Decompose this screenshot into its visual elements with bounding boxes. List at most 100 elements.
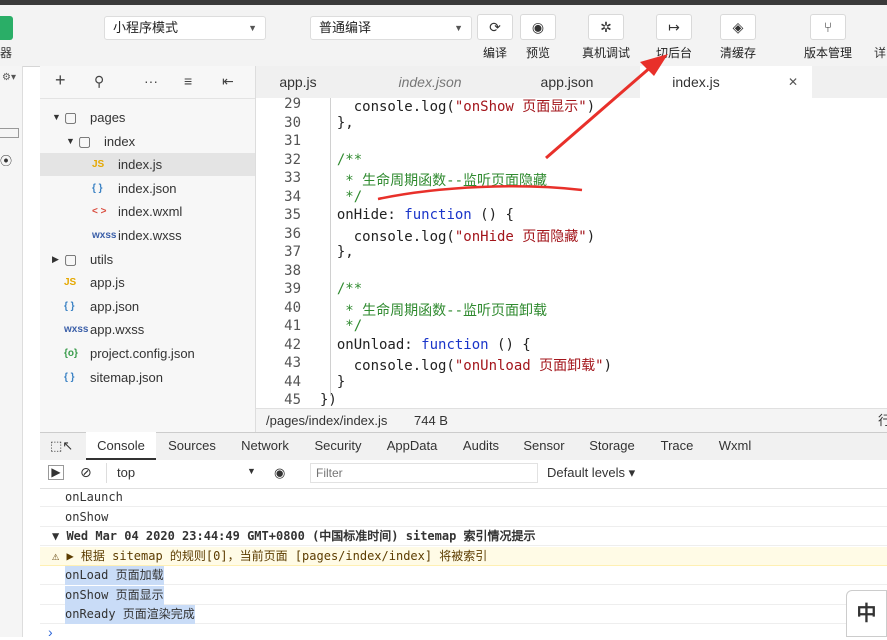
toolbar-switch-button[interactable]: ↦ 切后台 [644, 14, 704, 61]
code-line[interactable]: /** [320, 152, 362, 168]
line-number: 35 [284, 207, 301, 223]
clear-console-icon[interactable]: ⊘ [80, 464, 92, 481]
devtools-tab-sensor[interactable]: Sensor [516, 432, 572, 460]
tree-item[interactable]: wxss index.wxss [40, 224, 255, 247]
collapse-icon[interactable]: ⇤ [222, 73, 234, 90]
tree-item[interactable]: ▼ ▢ index [40, 130, 255, 153]
js-icon: JS [92, 159, 105, 171]
tree-item[interactable]: ▶ ▢ utils [40, 248, 255, 271]
tree-item[interactable]: ▼ ▢ pages [40, 106, 255, 129]
editor-tab[interactable]: app.js [256, 66, 340, 98]
code-line[interactable]: console.log("onShow 页面显示") [320, 96, 595, 116]
log-levels-select[interactable]: Default levels ▾ [547, 465, 635, 481]
console-prompt[interactable]: › [48, 624, 53, 640]
code-line[interactable]: console.log("onHide 页面隐藏") [320, 226, 595, 246]
editor-tab[interactable]: app.json [508, 66, 626, 98]
file-size: 744 B [414, 413, 448, 428]
tree-item-label: app.js [90, 275, 125, 291]
tree-item[interactable]: { } sitemap.json [40, 366, 255, 389]
chevron-icon[interactable]: ▶ [52, 248, 59, 271]
code-line[interactable]: onUnload: function () { [320, 337, 531, 353]
code-line[interactable]: * 生命周期函数--监听页面卸载 [320, 300, 547, 320]
simulator-toggle-button[interactable] [0, 16, 13, 40]
cursor-position-partial: 行 [878, 413, 887, 428]
toolbar-layers-button[interactable]: ◈ 清缓存 [708, 14, 768, 61]
devtools-tab-storage[interactable]: Storage [580, 432, 644, 460]
line-number: 38 [284, 262, 301, 279]
console-filter-input[interactable] [310, 463, 538, 483]
devtools-tab-sources[interactable]: Sources [160, 432, 224, 460]
devtools-tab-console[interactable]: Console [86, 432, 156, 460]
line-number: 42 [284, 336, 301, 353]
devtools-tab-wxml[interactable]: Wxml [708, 432, 762, 460]
console-line: onShow [40, 508, 887, 527]
line-number: 33 [284, 170, 301, 186]
line-number: 32 [284, 151, 301, 168]
wxss-icon: wxss [64, 324, 89, 336]
devtools-tab-audits[interactable]: Audits [454, 432, 508, 460]
toolbar-button-label: 版本管理 [803, 46, 852, 60]
code-line[interactable]: */ [320, 189, 362, 205]
search-icon[interactable]: ⚲ [94, 73, 104, 90]
devtools-tab-trace[interactable]: Trace [652, 432, 702, 460]
devtools-tab-security[interactable]: Security [306, 432, 370, 460]
devtools-tab-network[interactable]: Network [232, 432, 298, 460]
devtools-tab-appdata[interactable]: AppData [378, 432, 446, 460]
tree-item-label: app.json [90, 298, 140, 314]
compile-select[interactable]: 普通编译 ▼ [310, 16, 472, 40]
tree-item[interactable]: < > index.wxml [40, 200, 255, 223]
chevron-down-icon: ▼ [248, 23, 257, 33]
console-line[interactable]: ▼ Wed Mar 04 2020 23:44:49 GMT+0800 (中国标… [40, 527, 887, 546]
layers-icon: ◈ [720, 14, 756, 40]
inspect-icon[interactable]: ⬚↖ [50, 438, 73, 454]
tree-item-label: sitemap.json [90, 369, 163, 385]
add-file-icon[interactable]: + [55, 70, 66, 91]
close-icon[interactable]: ✕ [788, 66, 798, 98]
tree-item[interactable]: { } index.json [40, 177, 255, 200]
code-line[interactable]: console.log("onUnload 页面卸载") [320, 355, 612, 375]
code-line[interactable]: */ [320, 318, 362, 334]
sidebar-toggle-icon[interactable]: ▶ [48, 465, 64, 480]
chevron-icon[interactable]: ▼ [52, 106, 61, 129]
code-line[interactable]: }) [320, 392, 337, 408]
tab-label: index.js [672, 74, 720, 90]
context-select-value: top [117, 465, 136, 480]
toolbar-branch-button[interactable]: ⑂ 版本管理 [798, 14, 858, 61]
js-icon: JS [64, 277, 77, 289]
console-line-text: ▼ Wed Mar 04 2020 23:44:49 GMT+0800 (中国标… [52, 529, 536, 543]
toolbar-bug-button[interactable]: ✲ 真机调试 [576, 14, 636, 61]
battery-icon [0, 128, 19, 138]
line-number: 37 [284, 244, 301, 260]
console-line[interactable]: ⚠ ▶ 根据 sitemap 的规则[0]，当前页面 [pages/index/… [40, 546, 887, 566]
code-line[interactable]: onHide: function () { [320, 207, 514, 223]
settings-icon[interactable]: ⚙▾ [2, 72, 16, 83]
toolbar-button-label: 切后台 [655, 46, 692, 60]
tree-item[interactable]: JS app.js [40, 271, 255, 294]
console-line-text: onLoad 页面加载 [65, 566, 164, 585]
toolbar-button-label: 真机调试 [581, 46, 630, 60]
context-select[interactable]: top ▼ [106, 463, 257, 483]
code-line[interactable]: }, [320, 244, 354, 260]
tree-item[interactable]: { } app.json [40, 295, 255, 318]
record-icon[interactable]: ⦿ [0, 152, 12, 169]
toolbar-button-label: 清缓存 [719, 46, 756, 60]
code-line[interactable]: /** [320, 281, 362, 297]
console-line-text: onShow 页面显示 [65, 585, 164, 605]
tree-item[interactable]: {o} project.config.json [40, 342, 255, 365]
code-line[interactable]: }, [320, 115, 354, 131]
tree-item[interactable]: wxss app.wxss [40, 318, 255, 341]
sort-icon[interactable]: ≡ [184, 73, 192, 89]
details-button-partial[interactable]: 详 [874, 44, 886, 61]
mode-select[interactable]: 小程序模式 ▼ [104, 16, 266, 40]
tree-item[interactable]: JS index.js [40, 153, 255, 177]
editor-tab[interactable]: index.js ✕ [640, 66, 812, 98]
console-line-text: onLaunch [65, 490, 123, 504]
code-line[interactable]: } [320, 374, 345, 390]
tree-item-label: app.wxss [90, 322, 145, 338]
editor-tab[interactable]: index.json [366, 66, 494, 98]
more-icon[interactable]: ··· [144, 73, 158, 89]
eye-icon[interactable]: ◉ [274, 465, 285, 481]
chevron-icon[interactable]: ▼ [66, 130, 75, 153]
toolbar-eye-button[interactable]: ◉ 预览 [508, 14, 568, 61]
code-line[interactable]: * 生命周期函数--监听页面隐藏 [320, 170, 547, 190]
